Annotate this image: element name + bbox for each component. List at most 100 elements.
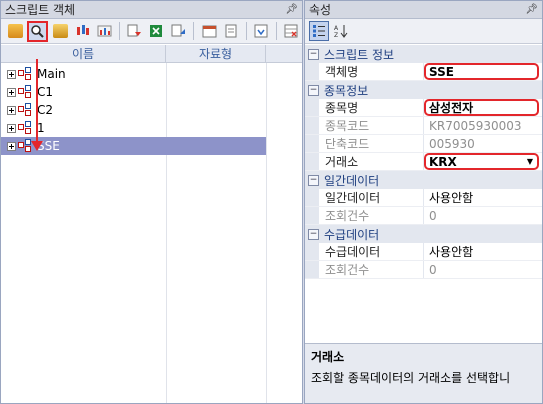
category-label: 스크립트 정보: [324, 47, 395, 62]
category-label: 일간데이터: [324, 173, 380, 188]
property-description: 거래소 조회할 종목데이터의 거래소를 선택합니: [305, 343, 542, 403]
categorized-view-icon[interactable]: [309, 21, 329, 41]
object-icon: [18, 85, 34, 99]
property-row-exchange[interactable]: 거래소 KRX ▼: [305, 153, 542, 171]
chart-export-icon[interactable]: [94, 21, 115, 42]
properties-title: 속성: [309, 3, 332, 17]
expand-icon[interactable]: [7, 105, 16, 115]
property-value: 0: [429, 262, 437, 277]
property-value: 005930: [429, 136, 475, 151]
script-objects-title-bar: 스크립트 객체 📌︎: [1, 1, 302, 19]
stock-name-field[interactable]: 삼성전자: [424, 99, 542, 116]
table-icon[interactable]: [281, 21, 302, 42]
object-icon: [18, 103, 34, 117]
property-name: 종목코드: [319, 117, 424, 134]
column-header-type[interactable]: 자료형: [166, 45, 266, 62]
object-name-field[interactable]: SSE: [424, 63, 542, 80]
expand-icon[interactable]: [7, 123, 16, 133]
property-name: 수급데이터: [319, 243, 424, 260]
category-script-info[interactable]: − 스크립트 정보: [305, 45, 542, 63]
annotation-arrow-head: [31, 141, 43, 151]
property-value[interactable]: 삼성전자: [429, 99, 473, 116]
property-name: 조회건수: [319, 261, 424, 278]
toolbar-separator: [275, 22, 277, 40]
annotation-arrow: [36, 59, 38, 145]
property-value: 0: [429, 208, 437, 223]
tree-item-label: Main: [37, 67, 66, 81]
alphabetical-sort-icon[interactable]: AZ: [331, 21, 351, 41]
tree-item-c2[interactable]: C2: [1, 101, 266, 119]
tree-item-label: C1: [37, 85, 54, 99]
property-row-short-code: 단축코드 005930: [305, 135, 542, 153]
import-icon[interactable]: [124, 21, 145, 42]
script-objects-title: 스크립트 객체: [5, 3, 76, 17]
property-row-daily-count: 조회건수 0: [305, 207, 542, 225]
object-icon: [18, 67, 34, 81]
download-icon[interactable]: [251, 21, 272, 42]
property-value[interactable]: 사용안함: [424, 189, 542, 206]
tree-item-main[interactable]: Main: [1, 65, 266, 83]
property-row-supply-count: 조회건수 0: [305, 261, 542, 279]
export-icon[interactable]: [168, 21, 189, 42]
collapse-icon[interactable]: −: [308, 84, 319, 96]
property-name: 종목명: [319, 99, 424, 116]
properties-toolbar: AZ: [305, 19, 542, 44]
description-title: 거래소: [311, 350, 345, 364]
property-name: 거래소: [319, 153, 424, 170]
category-label: 수급데이터: [324, 227, 380, 242]
svg-text:A: A: [334, 25, 339, 32]
expand-icon[interactable]: [7, 69, 16, 79]
pin-icon[interactable]: 📌︎: [525, 4, 538, 15]
calendar-icon[interactable]: [198, 21, 219, 42]
toolbar-separator: [245, 22, 247, 40]
layers-icon[interactable]: [49, 21, 70, 42]
category-supply-data[interactable]: − 수급데이터: [305, 225, 542, 243]
property-name: 객체명: [319, 63, 424, 80]
category-daily-data[interactable]: − 일간데이터: [305, 171, 542, 189]
document-icon[interactable]: [221, 21, 242, 42]
collapse-icon[interactable]: −: [308, 174, 319, 186]
category-stock-info[interactable]: − 종목정보: [305, 81, 542, 99]
property-value[interactable]: KRX: [429, 155, 457, 169]
expand-icon[interactable]: [7, 87, 16, 97]
toolbar-separator: [119, 22, 120, 40]
excel-icon[interactable]: [146, 21, 167, 42]
property-name: 단축코드: [319, 135, 424, 152]
edit-icon[interactable]: [5, 21, 26, 42]
property-value[interactable]: SSE: [429, 65, 454, 79]
property-row-daily-data[interactable]: 일간데이터 사용안함: [305, 189, 542, 207]
object-icon: [18, 121, 34, 135]
candle-chart-icon[interactable]: [72, 21, 93, 42]
collapse-icon[interactable]: −: [308, 228, 319, 240]
tree-column-header: 이름 자료형: [1, 45, 302, 63]
category-label: 종목정보: [324, 83, 369, 98]
properties-panel: 속성 📌︎ AZ − 스크립트 정보 객체명 SSE − 종목정보 종목명 삼성…: [304, 0, 543, 404]
tree-item-label: C2: [37, 103, 54, 117]
tree-item-1[interactable]: 1: [1, 119, 266, 137]
description-text: 조회할 종목데이터의 거래소를 선택합니: [311, 371, 511, 385]
svg-text:Z: Z: [334, 32, 338, 38]
column-header-name[interactable]: 이름: [1, 45, 166, 62]
property-row-stock-code: 종목코드 KR7005930003: [305, 117, 542, 135]
toolbar-separator: [193, 22, 195, 40]
tree-item-label: 1: [37, 121, 45, 135]
script-objects-toolbar: [1, 19, 302, 44]
property-row-supply-data[interactable]: 수급데이터 사용안함: [305, 243, 542, 261]
pin-icon[interactable]: 📌︎: [285, 4, 298, 15]
property-row-object-name[interactable]: 객체명 SSE: [305, 63, 542, 81]
exchange-select[interactable]: KRX ▼: [424, 153, 542, 170]
properties-title-bar: 속성 📌︎: [305, 1, 542, 19]
search-icon[interactable]: [27, 20, 49, 42]
expand-icon[interactable]: [7, 141, 16, 151]
property-name: 조회건수: [319, 207, 424, 224]
tree-item-c1[interactable]: C1: [1, 83, 266, 101]
property-value[interactable]: 사용안함: [424, 243, 542, 260]
dropdown-arrow-icon[interactable]: ▼: [524, 156, 536, 167]
collapse-icon[interactable]: −: [308, 48, 319, 60]
script-objects-panel: 스크립트 객체 📌︎ 이름 자료형 Main C1 C2 1 SSE: [0, 0, 303, 404]
property-value: KR7005930003: [429, 118, 522, 133]
property-row-stock-name[interactable]: 종목명 삼성전자: [305, 99, 542, 117]
property-name: 일간데이터: [319, 189, 424, 206]
column-divider: [266, 63, 267, 403]
property-grid: − 스크립트 정보 객체명 SSE − 종목정보 종목명 삼성전자 종목코드 K…: [305, 45, 542, 279]
